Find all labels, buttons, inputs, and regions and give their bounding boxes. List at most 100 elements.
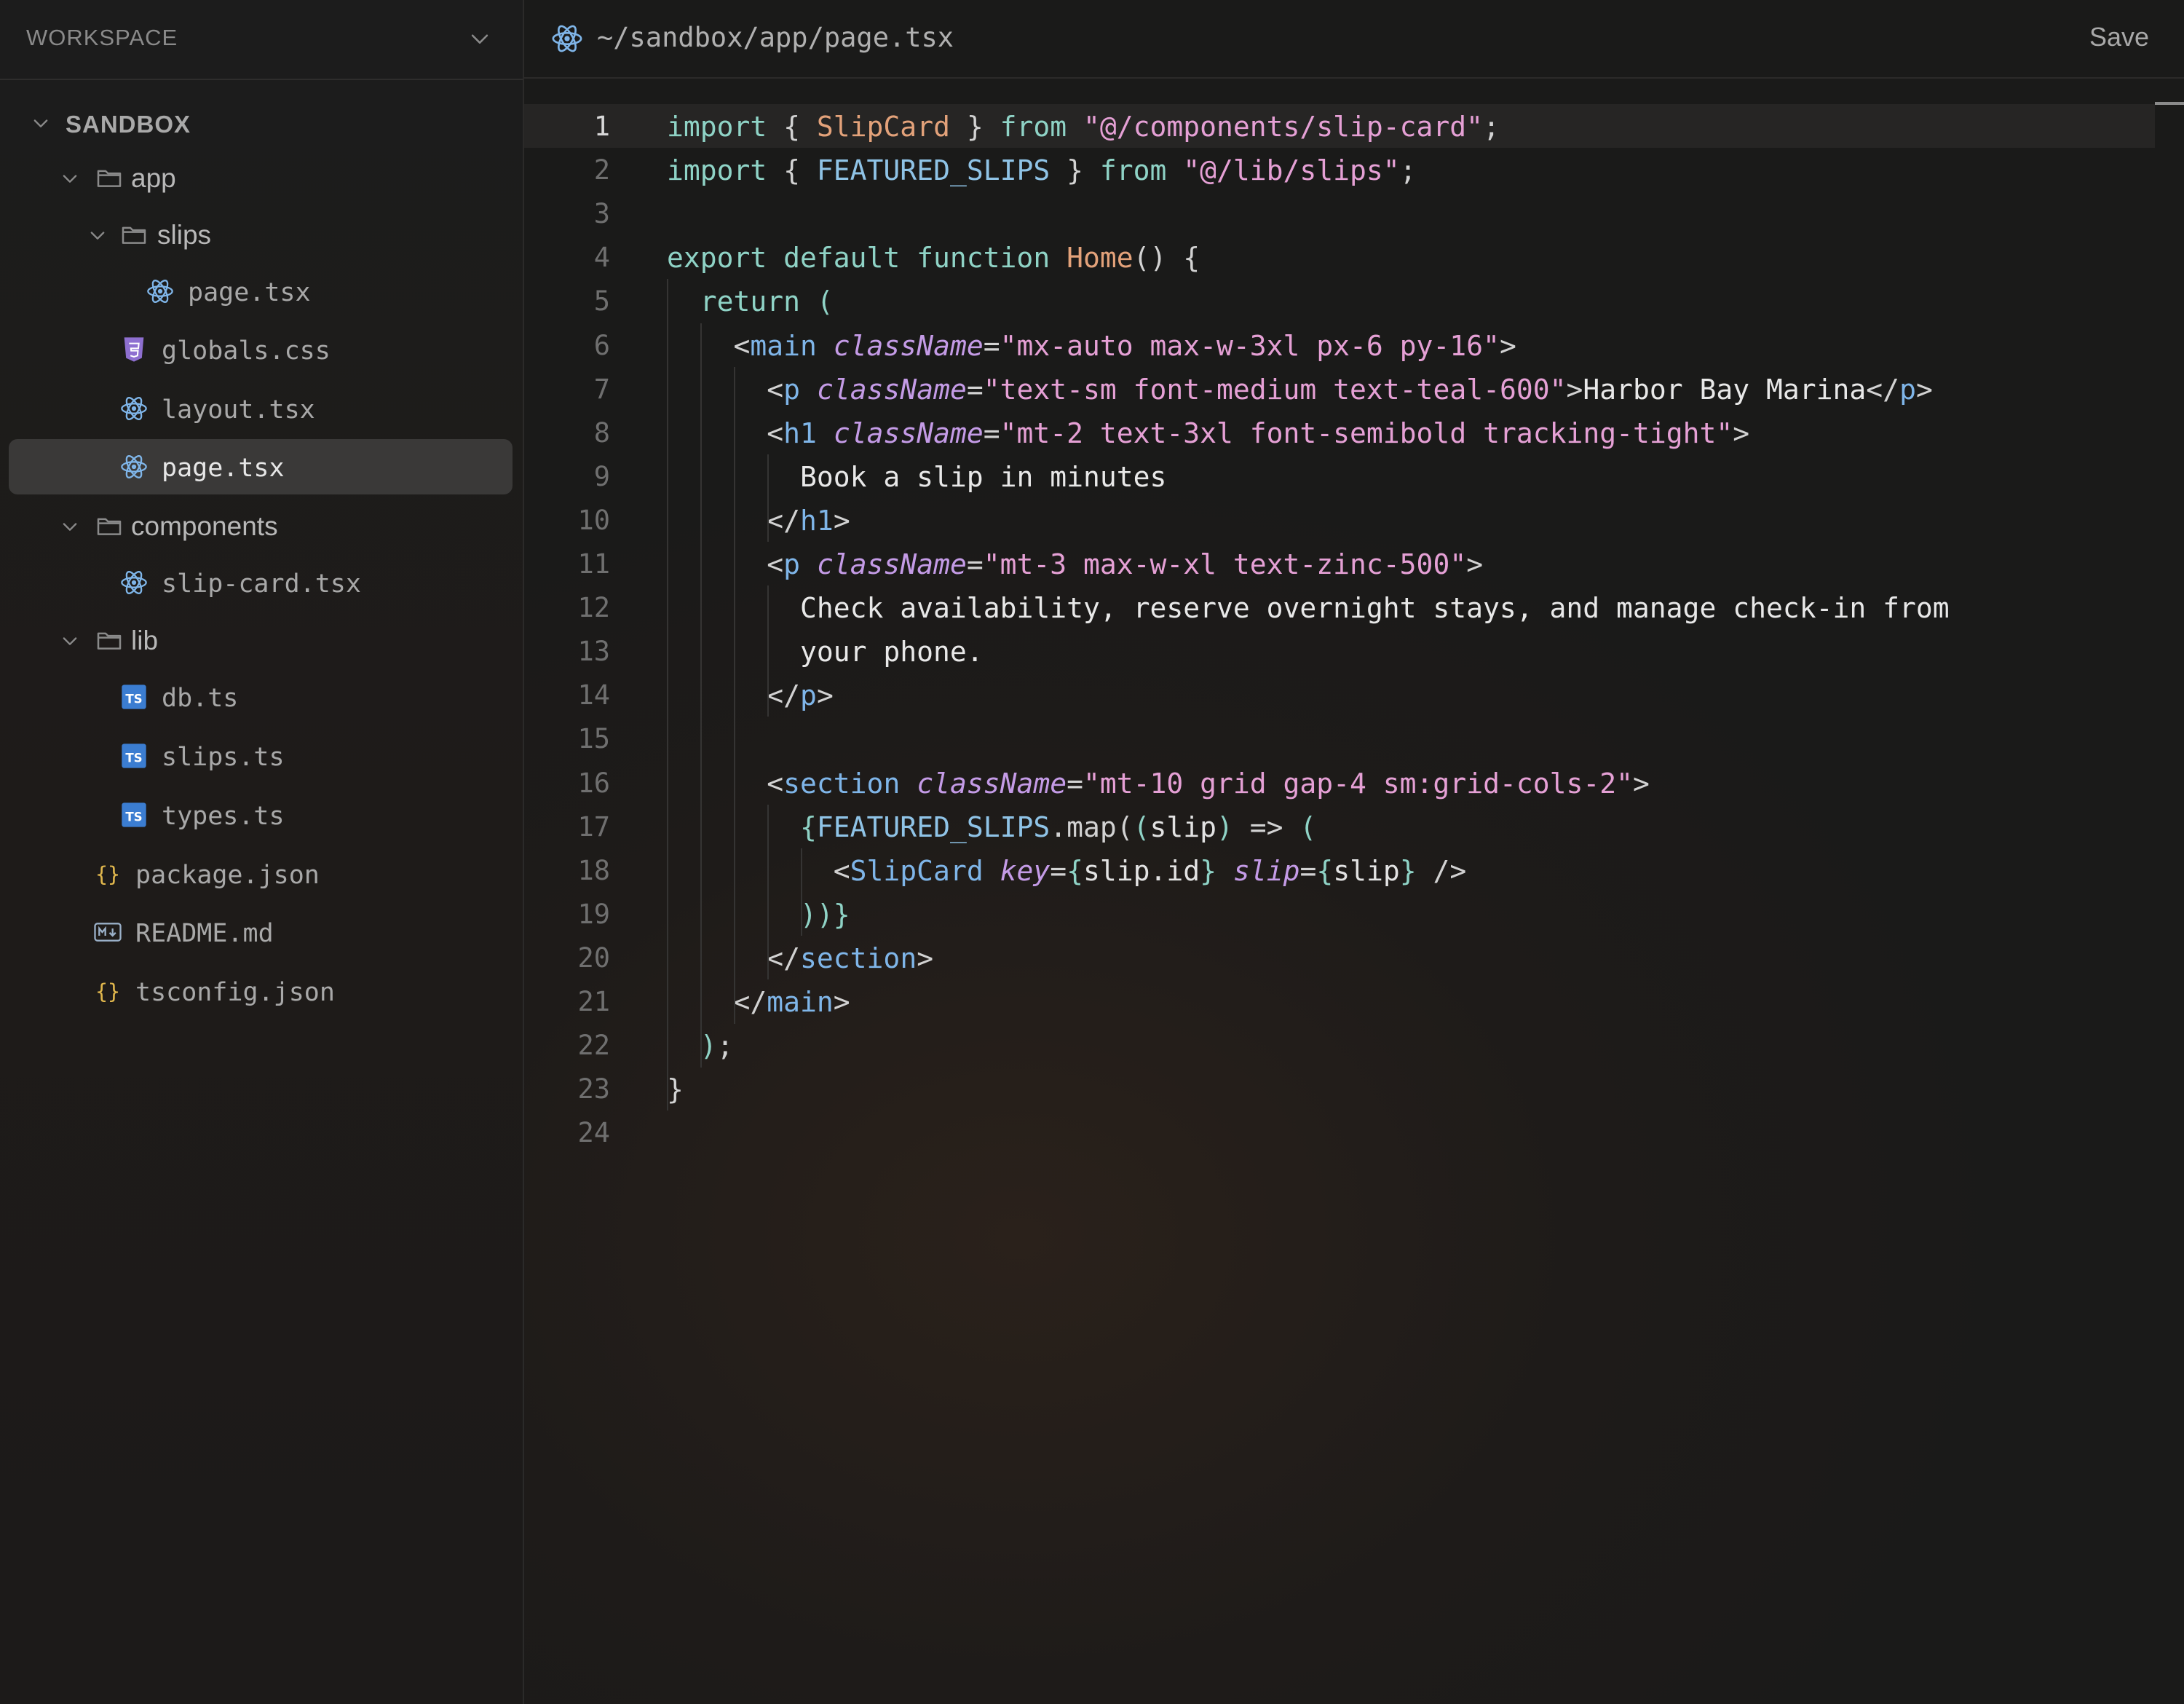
file-item-slips-ts[interactable]: TS slips.ts: [9, 728, 513, 784]
chevron-down-icon[interactable]: [467, 26, 492, 51]
code-line[interactable]: 21 </main>: [524, 979, 2155, 1023]
code-line[interactable]: 12 Check availability, reserve overnight…: [524, 585, 2155, 629]
line-content: }: [667, 1073, 684, 1105]
code-line[interactable]: 6 <main className="mx-auto max-w-3xl px-…: [524, 323, 2155, 367]
chevron-down-icon[interactable]: [60, 168, 80, 189]
line-number: 18: [577, 855, 610, 886]
code-line[interactable]: 22 );: [524, 1023, 2155, 1067]
code-line[interactable]: 14 </p>: [524, 673, 2155, 717]
line-content: {FEATURED_SLIPS.map((slip) => (: [667, 811, 1316, 843]
react-icon: [119, 568, 149, 597]
code-token: section: [800, 942, 917, 974]
folder-item-components[interactable]: components: [9, 498, 513, 553]
code-line[interactable]: 20 </section>: [524, 936, 2155, 979]
file-item-package-json[interactable]: {} package.json: [9, 846, 513, 902]
file-item-page-tsx[interactable]: page.tsx: [9, 264, 513, 319]
chevron-down-icon[interactable]: [31, 113, 51, 133]
code-token: FEATURED_SLIPS: [816, 811, 1051, 843]
code-token: main: [767, 986, 834, 1018]
folder-item-sandbox[interactable]: SANDBOX: [9, 95, 513, 150]
code-line[interactable]: 9 Book a slip in minutes: [524, 454, 2155, 498]
code-token: import: [667, 111, 784, 143]
code-line[interactable]: 2 import { FEATURED_SLIPS } from "@/lib/s…: [524, 148, 2155, 192]
workspace-header[interactable]: WORKSPACE: [0, 0, 523, 80]
save-button[interactable]: Save: [2089, 22, 2149, 52]
chevron-down-icon[interactable]: [87, 225, 108, 245]
code-line[interactable]: 23}: [524, 1067, 2155, 1111]
code-line[interactable]: 10 </h1>: [524, 498, 2155, 542]
code-line[interactable]: 11 <p className="mt-3 max-w-xl text-zinc…: [524, 542, 2155, 585]
code-token: =: [966, 548, 984, 580]
file-item-tsconfig-json[interactable]: {} tsconfig.json: [9, 963, 513, 1019]
folder-item-lib[interactable]: lib: [9, 612, 513, 668]
tree-item-label: package.json: [135, 861, 320, 890]
file-item-globals-css[interactable]: globals.css: [9, 322, 513, 377]
code-line[interactable]: 1 import { SlipCard } from "@/components/…: [524, 104, 2155, 148]
line-number: 12: [577, 592, 610, 623]
file-item-readme-md[interactable]: README.md: [9, 904, 513, 960]
line-number: 21: [577, 986, 610, 1017]
code-token: ): [1216, 811, 1233, 843]
tree-item-label: slips.ts: [162, 743, 285, 772]
code-token: <: [767, 548, 784, 580]
folder-item-app[interactable]: app: [9, 150, 513, 205]
code-token: </: [1866, 374, 1900, 406]
line-content: export default function Home() {: [667, 242, 1200, 274]
file-item-db-ts[interactable]: TS db.ts: [9, 669, 513, 725]
code-token: slip: [1233, 855, 1300, 887]
file-item-page-tsx[interactable]: page.tsx: [9, 439, 513, 494]
code-token: import: [667, 154, 784, 186]
chevron-down-icon[interactable]: [60, 631, 80, 651]
scrollbar-marker[interactable]: [2155, 102, 2184, 105]
typescript-icon: TS: [119, 741, 149, 770]
code-line[interactable]: 17 {FEATURED_SLIPS.map((slip) => (: [524, 805, 2155, 848]
tree-item-label: SANDBOX: [66, 111, 191, 138]
code-token: <: [767, 417, 784, 449]
file-item-types-ts[interactable]: TS types.ts: [9, 787, 513, 843]
code-token: className: [917, 768, 1067, 800]
code-line[interactable]: 16 <section className="mt-10 grid gap-4 …: [524, 761, 2155, 805]
file-item-layout-tsx[interactable]: layout.tsx: [9, 381, 513, 436]
folder-icon: [95, 511, 124, 540]
code-token: slip: [1333, 855, 1400, 887]
file-item-slip-card-tsx[interactable]: slip-card.tsx: [9, 555, 513, 610]
code-line[interactable]: 19 ))}: [524, 892, 2155, 936]
code-line[interactable]: 18 <SlipCard key={slip.id} slip={slip} /…: [524, 848, 2155, 892]
code-token: >: [816, 679, 834, 711]
code-line[interactable]: 8 <h1 className="mt-2 text-3xl font-semi…: [524, 411, 2155, 454]
line-content: <p className="mt-3 max-w-xl text-zinc-50…: [667, 548, 1483, 580]
tree-item-label: layout.tsx: [162, 395, 315, 425]
code-token: p: [800, 679, 817, 711]
code-line[interactable]: 15: [524, 717, 2155, 760]
line-content: <main className="mx-auto max-w-3xl px-6 …: [667, 330, 1516, 362]
code-token: (: [1133, 811, 1150, 843]
line-number: 10: [577, 505, 610, 536]
code-token: return: [700, 285, 817, 317]
code-line[interactable]: 3: [524, 192, 2155, 235]
chevron-down-icon[interactable]: [60, 516, 80, 537]
svg-text:{}: {}: [95, 862, 120, 886]
tree-item-label: README.md: [135, 919, 274, 948]
folder-item-slips[interactable]: slips: [9, 207, 513, 262]
code-line[interactable]: 24: [524, 1111, 2155, 1154]
code-token: >: [1499, 330, 1516, 362]
folder-icon: [95, 626, 124, 655]
code-token: className: [833, 417, 984, 449]
code-token: Book a slip in minutes: [800, 461, 1167, 493]
line-content: </main>: [667, 986, 850, 1018]
line-number: 11: [577, 548, 610, 580]
folder-icon: [119, 220, 149, 249]
code-line[interactable]: 5 return (: [524, 279, 2155, 323]
code-line[interactable]: 13 your phone.: [524, 629, 2155, 673]
code-token: "text-sm font-medium text-teal-600": [983, 374, 1567, 406]
code-token: ))}: [800, 899, 850, 931]
code-line[interactable]: 4 export default function Home() {: [524, 235, 2155, 279]
tree-item-label: lib: [131, 626, 159, 655]
code-token: slip.id: [1083, 855, 1200, 887]
code-line[interactable]: 7 <p className="text-sm font-medium text…: [524, 367, 2155, 411]
code-token: <: [833, 855, 850, 887]
typescript-icon: TS: [119, 682, 149, 711]
code-token: >: [1733, 417, 1750, 449]
